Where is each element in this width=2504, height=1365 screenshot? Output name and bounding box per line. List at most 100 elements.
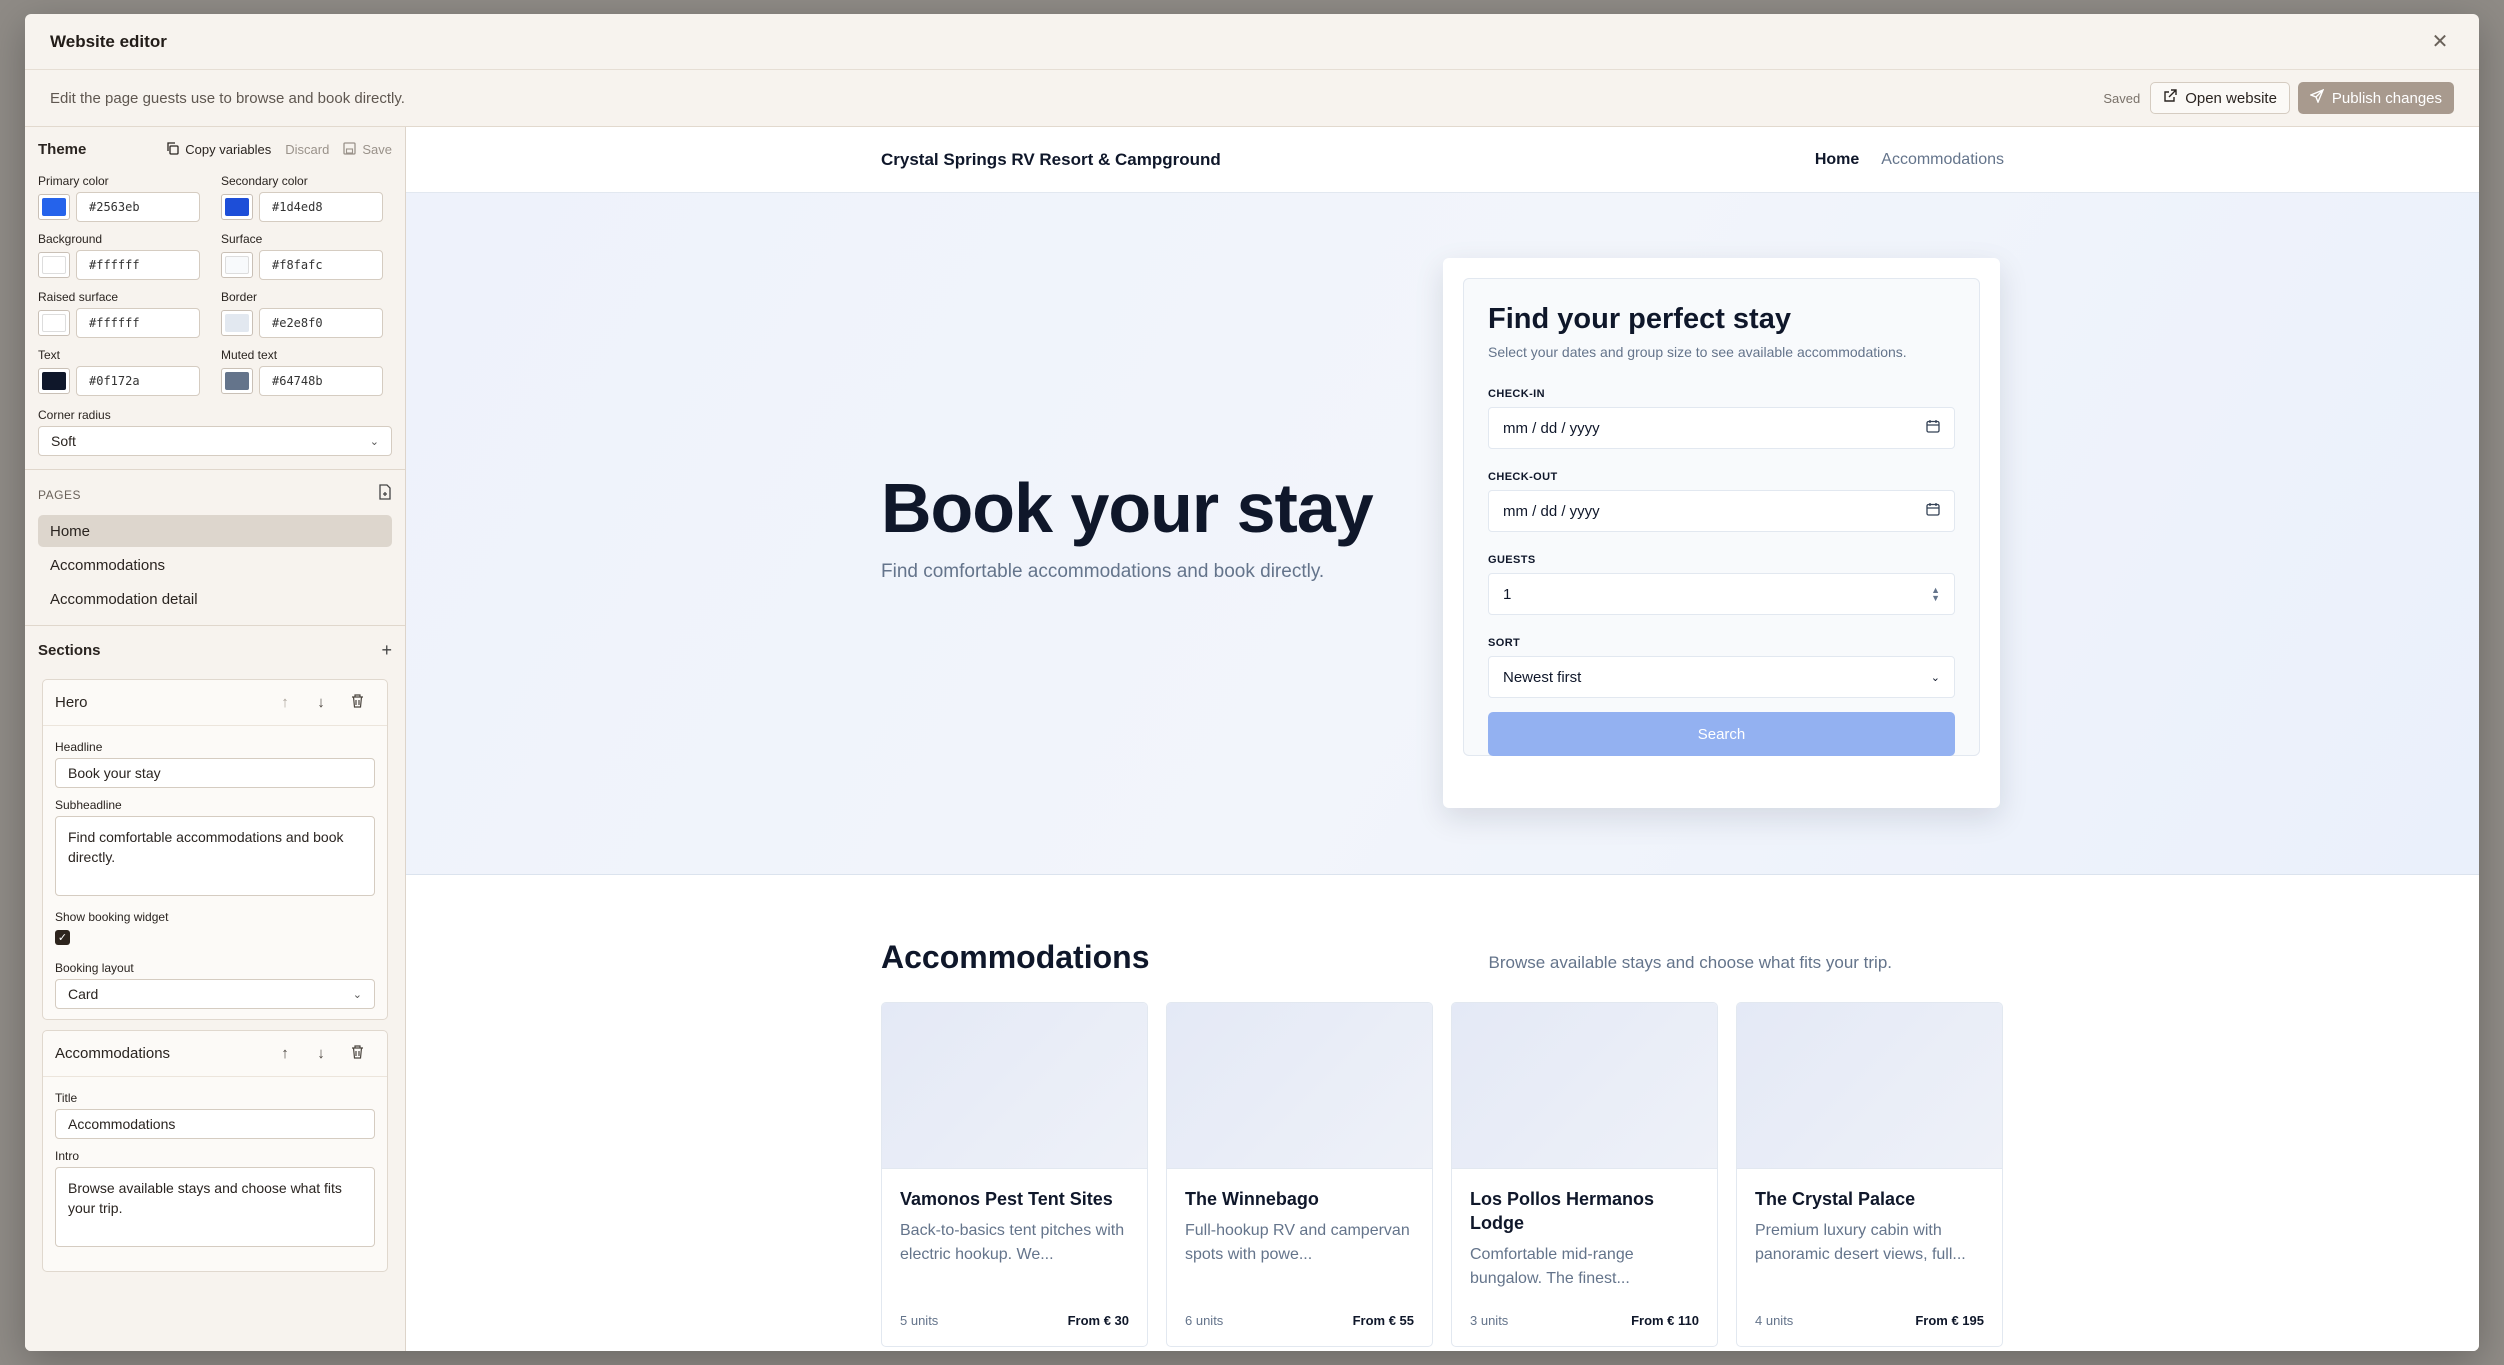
booking-layout-select[interactable]: Card ⌄: [55, 979, 375, 1009]
accommodation-card[interactable]: The Winnebago Full-hookup RV and camperv…: [1166, 1002, 1433, 1347]
accommodation-image: [882, 1003, 1147, 1169]
theme-heading: Theme: [38, 141, 87, 158]
color-swatch[interactable]: [38, 252, 70, 278]
accommodation-units: 3 units: [1470, 1313, 1509, 1328]
discard-button[interactable]: Discard: [285, 142, 329, 157]
add-section-icon[interactable]: +: [381, 640, 392, 661]
color-field-background: Background #ffffff: [38, 232, 209, 280]
color-swatch[interactable]: [221, 368, 253, 394]
accommodation-price: From € 30: [1067, 1313, 1129, 1328]
accommodation-card[interactable]: The Crystal Palace Premium luxury cabin …: [1736, 1002, 2003, 1347]
color-swatch[interactable]: [38, 368, 70, 394]
color-label: Border: [221, 290, 258, 304]
color-swatch[interactable]: [221, 194, 253, 220]
website-editor-window: Website editor ✕ Edit the page guests us…: [25, 14, 2479, 1351]
color-hex-input[interactable]: #e2e8f0: [259, 308, 383, 338]
show-booking-widget-label: Show booking widget: [55, 910, 169, 924]
open-website-button[interactable]: Open website: [2150, 82, 2290, 114]
color-label: Muted text: [221, 348, 278, 362]
save-button[interactable]: Save: [343, 141, 392, 158]
checkin-date-input[interactable]: mm / dd / yyyy: [1488, 407, 1955, 449]
color-field-border: Border #e2e8f0: [221, 290, 392, 338]
color-label: Background: [38, 232, 103, 246]
stepper-icon[interactable]: ▲ ▼: [1931, 586, 1940, 603]
accommodations-intro: Browse available stays and choose what f…: [1488, 953, 1892, 972]
chevron-down-icon: ⌄: [352, 988, 362, 1001]
accommodation-name: Los Pollos Hermanos Lodge: [1470, 1189, 1655, 1233]
color-hex-input[interactable]: #0f172a: [76, 366, 200, 396]
intro-textarea[interactable]: Browse available stays and choose what f…: [55, 1167, 375, 1247]
editor-sidebar: Theme Copy variables Discard Save Primar…: [25, 127, 406, 1351]
color-label: Text: [38, 348, 61, 362]
nav-link-accommodations[interactable]: Accommodations: [1881, 151, 2004, 169]
arrow-up-icon[interactable]: ↑: [267, 694, 303, 711]
accommodation-card[interactable]: Los Pollos Hermanos Lodge Comfortable mi…: [1451, 1002, 1718, 1347]
color-swatch[interactable]: [221, 310, 253, 336]
headline-input[interactable]: Book your stay: [55, 758, 375, 788]
accommodations-section: Accommodations Browse available stays an…: [406, 875, 2479, 1347]
hero-title: Book your stay: [881, 469, 1374, 547]
booking-widget-card: Find your perfect stay Select your dates…: [1443, 258, 2000, 808]
external-link-icon: [2163, 89, 2177, 107]
close-icon[interactable]: ✕: [2426, 29, 2454, 54]
booking-widget: Find your perfect stay Select your dates…: [1463, 278, 1980, 756]
guests-label: GUESTS: [1488, 554, 1536, 566]
arrow-down-icon[interactable]: ↓: [303, 1045, 339, 1062]
accommodation-price: From € 55: [1352, 1313, 1414, 1328]
open-website-label: Open website: [2185, 89, 2277, 107]
copy-variables-label: Copy variables: [185, 142, 272, 157]
booking-subtitle: Select your dates and group size to see …: [1488, 344, 1907, 360]
color-field-raised-surface: Raised surface #ffffff: [38, 290, 209, 338]
calendar-icon[interactable]: [1926, 502, 1940, 520]
accommodation-description: Full-hookup RV and campervan spots with …: [1185, 1222, 1410, 1263]
title-label: Title: [55, 1091, 78, 1105]
color-hex-input[interactable]: #1d4ed8: [259, 192, 383, 222]
trash-icon[interactable]: [339, 1044, 375, 1063]
calendar-icon[interactable]: [1926, 419, 1940, 437]
search-button[interactable]: Search: [1488, 712, 1955, 756]
color-swatch[interactable]: [221, 252, 253, 278]
chevron-down-icon: ⌄: [369, 435, 379, 448]
accommodation-card[interactable]: Vamonos Pest Tent Sites Back-to-basics t…: [881, 1002, 1148, 1347]
color-hex-input[interactable]: #ffffff: [76, 308, 200, 338]
section-card-accommodations: Accommodations ↑ ↓ Title Accommodations …: [42, 1030, 388, 1272]
section-title: Hero: [55, 694, 88, 711]
color-hex-input[interactable]: #ffffff: [76, 250, 200, 280]
color-hex-input[interactable]: #f8fafc: [259, 250, 383, 280]
site-brand[interactable]: Crystal Springs RV Resort & Campground: [881, 150, 1793, 170]
accommodation-cards: Vamonos Pest Tent Sites Back-to-basics t…: [881, 1002, 2004, 1347]
subheadline-label: Subheadline: [55, 798, 122, 812]
accommodation-units: 6 units: [1185, 1313, 1224, 1328]
checkout-date-input[interactable]: mm / dd / yyyy: [1488, 490, 1955, 532]
arrow-up-icon[interactable]: ↑: [267, 1045, 303, 1062]
accommodation-name: Vamonos Pest Tent Sites: [900, 1189, 1113, 1209]
accommodations-title: Accommodations: [881, 939, 1150, 975]
page-item-home[interactable]: Home: [38, 515, 392, 547]
copy-variables-button[interactable]: Copy variables: [166, 141, 272, 158]
color-swatch[interactable]: [38, 194, 70, 220]
publish-changes-button[interactable]: Publish changes: [2297, 82, 2454, 114]
page-item-accommodations[interactable]: Accommodations: [38, 549, 392, 581]
add-page-icon[interactable]: [378, 484, 392, 505]
send-icon: [2309, 88, 2325, 107]
corner-radius-select[interactable]: Soft ⌄: [38, 426, 392, 456]
guests-number-input[interactable]: 1 ▲ ▼: [1488, 573, 1955, 615]
sections-heading: Sections: [38, 642, 101, 659]
corner-radius-label: Corner radius: [38, 408, 111, 422]
save-icon: [343, 141, 357, 158]
pages-heading: PAGES: [38, 487, 81, 502]
title-input[interactable]: Accommodations: [55, 1109, 375, 1139]
page-item-accommodation-detail[interactable]: Accommodation detail: [38, 583, 392, 615]
nav-link-home[interactable]: Home: [1815, 151, 1859, 169]
sort-select[interactable]: Newest first ⌄: [1488, 656, 1955, 698]
arrow-down-icon[interactable]: ↓: [303, 694, 339, 711]
trash-icon[interactable]: [339, 693, 375, 712]
accommodation-image: [1452, 1003, 1717, 1169]
color-label: Surface: [221, 232, 263, 246]
color-swatch[interactable]: [38, 310, 70, 336]
color-hex-input[interactable]: #64748b: [259, 366, 383, 396]
show-booking-widget-checkbox[interactable]: ✓: [55, 930, 70, 945]
subheadline-textarea[interactable]: Find comfortable accommodations and book…: [55, 816, 375, 896]
checkout-placeholder: mm / dd / yyyy: [1503, 502, 1600, 520]
color-hex-input[interactable]: #2563eb: [76, 192, 200, 222]
